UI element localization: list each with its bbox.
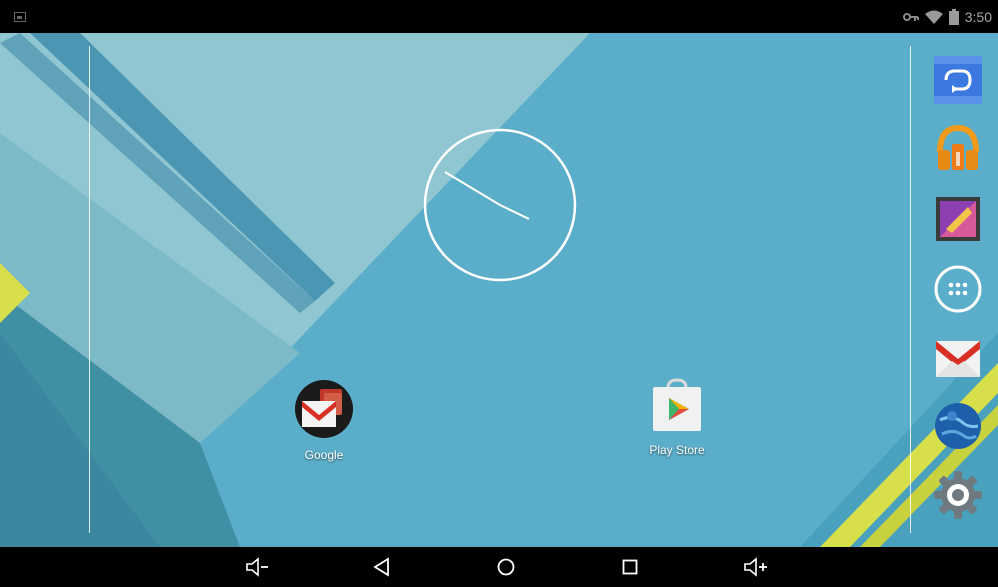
vpn-key-icon bbox=[902, 13, 919, 21]
clock-hour-hand bbox=[499, 204, 530, 220]
dock-gallery[interactable] bbox=[932, 193, 984, 245]
gmail-icon bbox=[936, 341, 980, 377]
status-time: 3:50 bbox=[964, 9, 992, 25]
play-store-shortcut[interactable]: Play Store bbox=[638, 378, 716, 457]
status-icons: 3:50 bbox=[902, 7, 992, 27]
home-icon[interactable] bbox=[492, 555, 520, 579]
dock-gmail[interactable] bbox=[932, 331, 984, 383]
play-store-icon bbox=[653, 378, 701, 431]
gmail-folder-icon bbox=[295, 380, 353, 438]
gallery-icon bbox=[936, 197, 980, 241]
dock-play-music[interactable] bbox=[932, 122, 984, 174]
play-music-icon bbox=[937, 124, 979, 170]
browser-globe-icon bbox=[935, 403, 981, 449]
play-store-label: Play Store bbox=[649, 443, 705, 457]
back-icon[interactable] bbox=[368, 555, 396, 579]
screenshot-icon bbox=[14, 12, 26, 22]
google-folder[interactable]: Google bbox=[290, 379, 358, 462]
dock-settings[interactable] bbox=[932, 469, 984, 521]
volume-down-icon[interactable] bbox=[244, 555, 272, 579]
settings-gear-icon bbox=[934, 471, 982, 519]
dock-browser[interactable] bbox=[932, 400, 984, 452]
recents-icon[interactable] bbox=[616, 555, 644, 579]
dock-app-drawer[interactable] bbox=[932, 263, 984, 315]
status-bar: 3:50 bbox=[0, 0, 998, 33]
wallpaper bbox=[0, 33, 998, 547]
photo-sync-app-icon bbox=[934, 56, 982, 104]
volume-up-icon[interactable] bbox=[742, 555, 770, 579]
navigation-bar bbox=[0, 547, 998, 587]
dock-photo-sync-app[interactable] bbox=[932, 54, 984, 106]
app-drawer-icon bbox=[934, 265, 982, 313]
workspace-right-edge bbox=[910, 46, 911, 533]
android-home-screen: 3:50 Google Play Store bbox=[0, 0, 998, 587]
wifi-icon bbox=[924, 10, 943, 24]
google-folder-label: Google bbox=[304, 448, 344, 462]
workspace-left-edge bbox=[89, 46, 90, 533]
analog-clock-widget[interactable] bbox=[423, 128, 577, 282]
battery-icon bbox=[948, 9, 959, 25]
clock-minute-hand bbox=[444, 171, 501, 206]
